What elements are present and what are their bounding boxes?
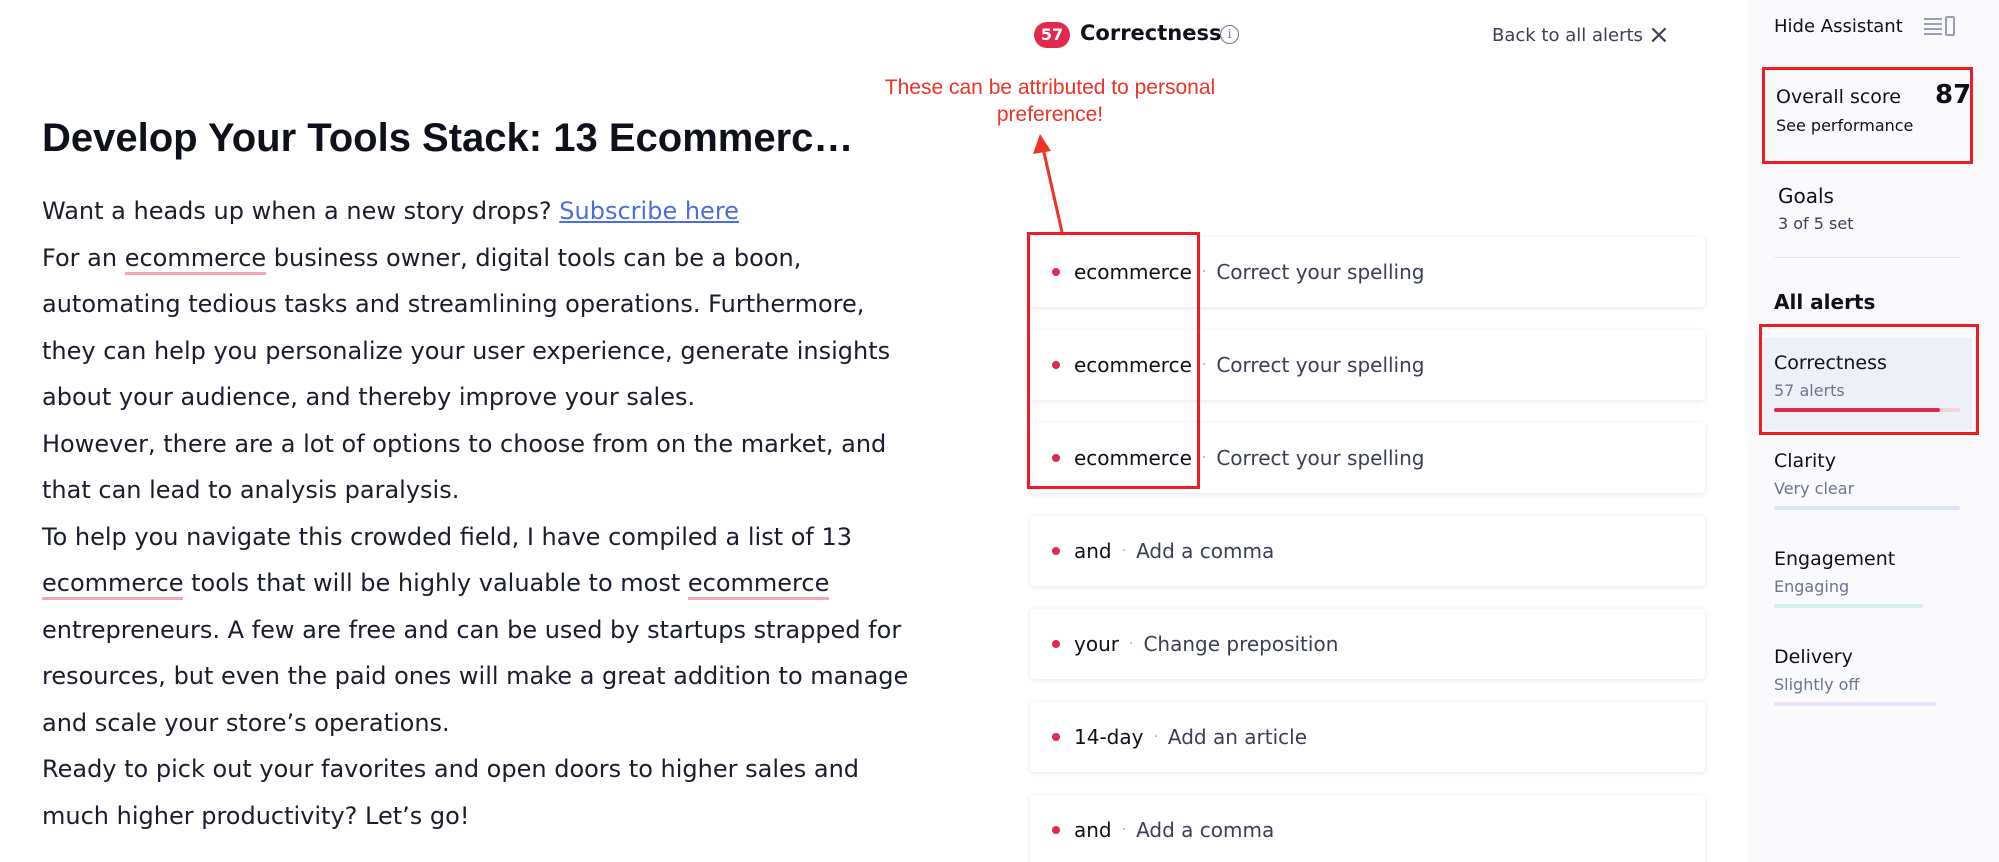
document-title[interactable]: Develop Your Tools Stack: 13 Ecommerc… (42, 108, 922, 168)
spelling-error-word[interactable]: ecommerce (42, 569, 184, 600)
document-body[interactable]: Want a heads up when a new story drops? … (42, 188, 922, 839)
category-progress-bar (1774, 604, 1923, 608)
paragraph-text: Want a heads up when a new story drops? (42, 197, 560, 225)
spelling-error-word[interactable]: ecommerce (124, 243, 267, 275)
category-status: Engaging (1774, 577, 1850, 596)
info-icon[interactable]: i (1220, 25, 1239, 44)
correctness-score-badge: 57 (1034, 22, 1070, 48)
document-editor[interactable]: Develop Your Tools Stack: 13 Ecommerc… W… (42, 108, 922, 839)
category-progress-bar (1774, 506, 1960, 510)
alerts-panel-header: 57 Correctness i Back to all alerts × (1034, 18, 1704, 52)
goals-title: Goals (1778, 184, 1834, 208)
alert-action: Correct your spelling (1216, 353, 1425, 377)
assistant-sidebar: Hide Assistant Overall score 87 See perf… (1748, 0, 1999, 862)
sidebar-divider (1774, 257, 1960, 258)
paragraph-intro: For an ecommerce business owner, digital… (42, 235, 922, 421)
alert-separator: · (1121, 543, 1127, 559)
goals-status: 3 of 5 set (1778, 214, 1854, 233)
annotation-highlight-box (1762, 67, 1973, 164)
subscribe-link[interactable]: Subscribe here (559, 197, 739, 225)
alert-action: Correct your spelling (1216, 260, 1425, 284)
category-status: Slightly off (1774, 675, 1860, 694)
category-engagement[interactable]: Engagement Engaging (1774, 548, 1964, 608)
alert-action: Change preposition (1143, 632, 1339, 656)
paragraph-closing: Ready to pick out your favorites and ope… (42, 755, 860, 830)
alert-dot-icon (1052, 826, 1060, 834)
spelling-error-word[interactable]: ecommerce (687, 569, 830, 600)
annotation-note: These can be attributed to personal pref… (884, 76, 1216, 126)
paragraph-subscribe: Want a heads up when a new story drops? … (42, 188, 922, 235)
alert-card[interactable]: 14-day · Add an article (1030, 702, 1705, 772)
alert-dot-icon (1052, 733, 1060, 741)
all-alerts-item[interactable]: All alerts (1774, 290, 1875, 314)
alert-word: and (1074, 539, 1112, 563)
alert-separator: · (1121, 822, 1127, 838)
close-icon[interactable]: × (1648, 22, 1670, 48)
alert-action: Add an article (1167, 725, 1308, 749)
alert-separator: · (1153, 729, 1158, 745)
alert-action: Add a comma (1136, 818, 1275, 842)
alert-card[interactable]: and · Add a comma (1030, 795, 1705, 862)
paragraph-text: tools that will be highly valuable to mo… (183, 569, 688, 597)
alert-dot-icon (1052, 547, 1060, 555)
alert-card[interactable]: your · Change preposition (1030, 609, 1705, 679)
back-to-all-alerts-link[interactable]: Back to all alerts (1492, 25, 1643, 46)
goals-item[interactable]: Goals 3 of 5 set (1778, 184, 1988, 233)
alert-action: Add a comma (1136, 539, 1275, 563)
annotation-highlight-box (1027, 232, 1200, 489)
alert-card[interactable]: and · Add a comma (1030, 516, 1705, 586)
category-progress-bar (1774, 702, 1936, 706)
panel-title: Correctness (1080, 21, 1222, 45)
alert-action: Correct your spelling (1216, 446, 1425, 470)
paragraph-options: However, there are a lot of options to c… (42, 429, 887, 505)
annotation-arrow (1033, 134, 1064, 233)
paragraph-text: To help you navigate this crowded field,… (42, 522, 853, 551)
paragraph-list: To help you navigate this crowded field,… (42, 514, 922, 747)
alert-word: and (1074, 818, 1112, 842)
paragraph-text: For an (42, 243, 125, 272)
alert-separator: · (1128, 636, 1134, 652)
paragraph-text: entrepreneurs. A few are free and can be… (42, 615, 909, 737)
alert-word: 14-day (1074, 725, 1144, 749)
panel-layout-icon[interactable] (1924, 16, 1956, 38)
hide-assistant-button[interactable]: Hide Assistant (1774, 16, 1903, 37)
category-delivery[interactable]: Delivery Slightly off (1774, 646, 1964, 706)
alert-separator: · (1201, 264, 1207, 280)
category-title: Delivery (1774, 646, 1853, 668)
alert-word: your (1074, 632, 1119, 656)
alert-separator: · (1201, 357, 1207, 373)
category-status: Very clear (1774, 479, 1855, 498)
alert-dot-icon (1052, 640, 1060, 648)
category-clarity[interactable]: Clarity Very clear (1774, 450, 1964, 510)
category-title: Clarity (1774, 450, 1836, 472)
alert-separator: · (1201, 450, 1207, 466)
category-title: Engagement (1774, 548, 1896, 570)
annotation-highlight-box (1759, 324, 1979, 435)
